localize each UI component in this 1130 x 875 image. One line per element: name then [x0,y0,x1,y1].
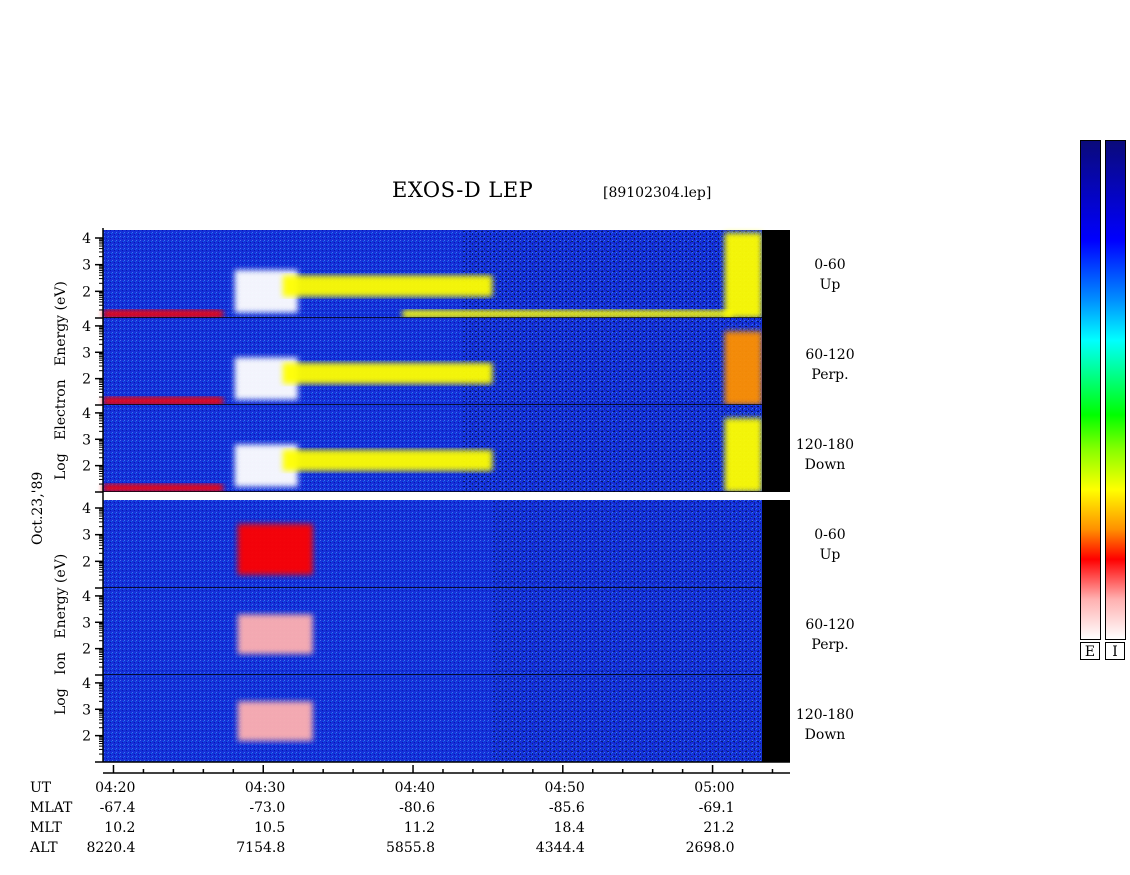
axis-label-unit: (eV) [53,281,69,311]
axis-label-energy: Energy [53,587,69,639]
y-tick-label: 4 [82,319,91,335]
spectrogram-panel [103,675,790,763]
intensity-region [237,614,313,654]
no-data-region [762,675,790,762]
panel-label: 120-180 Down [795,437,855,473]
electron-axis-label: Log Electron Energy (eV) [53,281,69,480]
panel-label: 60-120 Perp. [805,347,855,383]
no-data-region [762,500,790,588]
no-data-region [762,588,790,675]
panel-speckle [462,405,762,492]
y-tick-label: 3 [82,702,91,718]
footer-value: -80.6 [399,800,436,816]
intensity-region [103,397,223,405]
footer-value: 11.2 [403,820,436,836]
panel-speckle [462,318,762,405]
axis-label-log: Log [53,453,69,480]
spectrogram-panel [103,405,790,493]
spectrogram-panel [103,500,790,589]
no-data-region [762,405,790,492]
footer-value: 4344.4 [535,840,585,856]
axis-label-energy: Energy [53,314,69,366]
y-tick-label: 3 [82,345,91,361]
y-tick-label: 2 [82,284,91,300]
footer-value: 10.2 [104,820,136,836]
footer-value: -73.0 [249,800,286,816]
panel-label: 0-60 Up [814,527,846,563]
footer-value: 04:30 [244,780,286,796]
panel-speckle [492,500,762,588]
y-tick-label: 2 [82,554,91,570]
y-tick-label: 4 [82,231,91,247]
intensity-region [237,701,313,741]
panel-label: 0-60 Up [814,257,846,293]
footer-value: 2698.0 [685,840,735,856]
panel-label: 120-180 Down [795,707,855,743]
spectrogram-plot: 2 3 4 2 3 4 2 3 4 2 3 4 2 3 4 2 3 4 [82,228,790,774]
group-gap [103,492,790,500]
intensity-region [103,484,223,492]
panel-speckle [492,675,762,762]
axis-label-electron: Electron [53,379,69,440]
y-tick-label: 3 [82,615,91,631]
colorbar-ion-label: I [1105,642,1125,660]
y-tick-label: 3 [82,258,91,274]
footer-value: -67.4 [99,800,136,816]
date-label: Oct.23,'89 [30,471,46,545]
y-tick-label: 2 [82,729,91,745]
intensity-region [724,331,762,405]
footer-value: 10.5 [254,820,286,836]
colorbar-electron: E [1080,140,1101,660]
intensity-region [103,310,223,318]
y-tick-label: 4 [82,501,91,517]
y-tick-label: 4 [82,589,91,605]
footer-value: 05:00 [694,780,735,796]
axis-label-unit: (eV) [53,553,69,584]
panel-speckle [492,588,762,675]
intensity-region [724,418,762,492]
footer-value: 04:40 [394,780,436,796]
footer-value: 18.4 [553,820,585,836]
axis-label-log: Log [53,688,69,715]
footer-value: 5855.8 [386,840,436,856]
intensity-region [282,449,493,471]
ion-axis-label: Log Ion Energy (eV) [53,554,69,715]
y-tick-label: 3 [82,432,91,448]
intensity-region [282,362,493,384]
y-tick-label: 2 [82,459,91,475]
y-tick-label: 2 [82,642,91,658]
colorbar-ion: I [1105,140,1126,660]
y-tick-label: 3 [82,528,91,544]
y-tick-label: 4 [82,676,91,692]
footer-value: 21.2 [703,820,735,836]
panel-speckle [462,230,762,318]
spectrogram-panel [103,318,790,406]
intensity-region [724,232,762,318]
spectrogram-panel [103,588,790,676]
no-data-region [762,318,790,405]
axis-label-ion: Ion [53,651,69,675]
intensity-region [282,275,493,297]
colorbar-electron-label: E [1080,642,1100,660]
no-data-region [762,230,790,318]
footer-value: 8220.4 [86,840,136,856]
intensity-region [237,524,313,575]
footer-value: 04:50 [544,780,585,796]
footer-value: 7154.8 [236,840,286,856]
footer-value: 04:20 [95,780,136,796]
panel-label: 60-120 Perp. [805,617,855,653]
y-tick-label: 4 [82,406,91,422]
footer-value: -69.1 [698,800,735,816]
y-tick-label: 2 [82,372,91,388]
intensity-region [402,310,733,318]
spectrogram-panel [103,230,790,319]
footer-value: -85.6 [548,800,585,816]
